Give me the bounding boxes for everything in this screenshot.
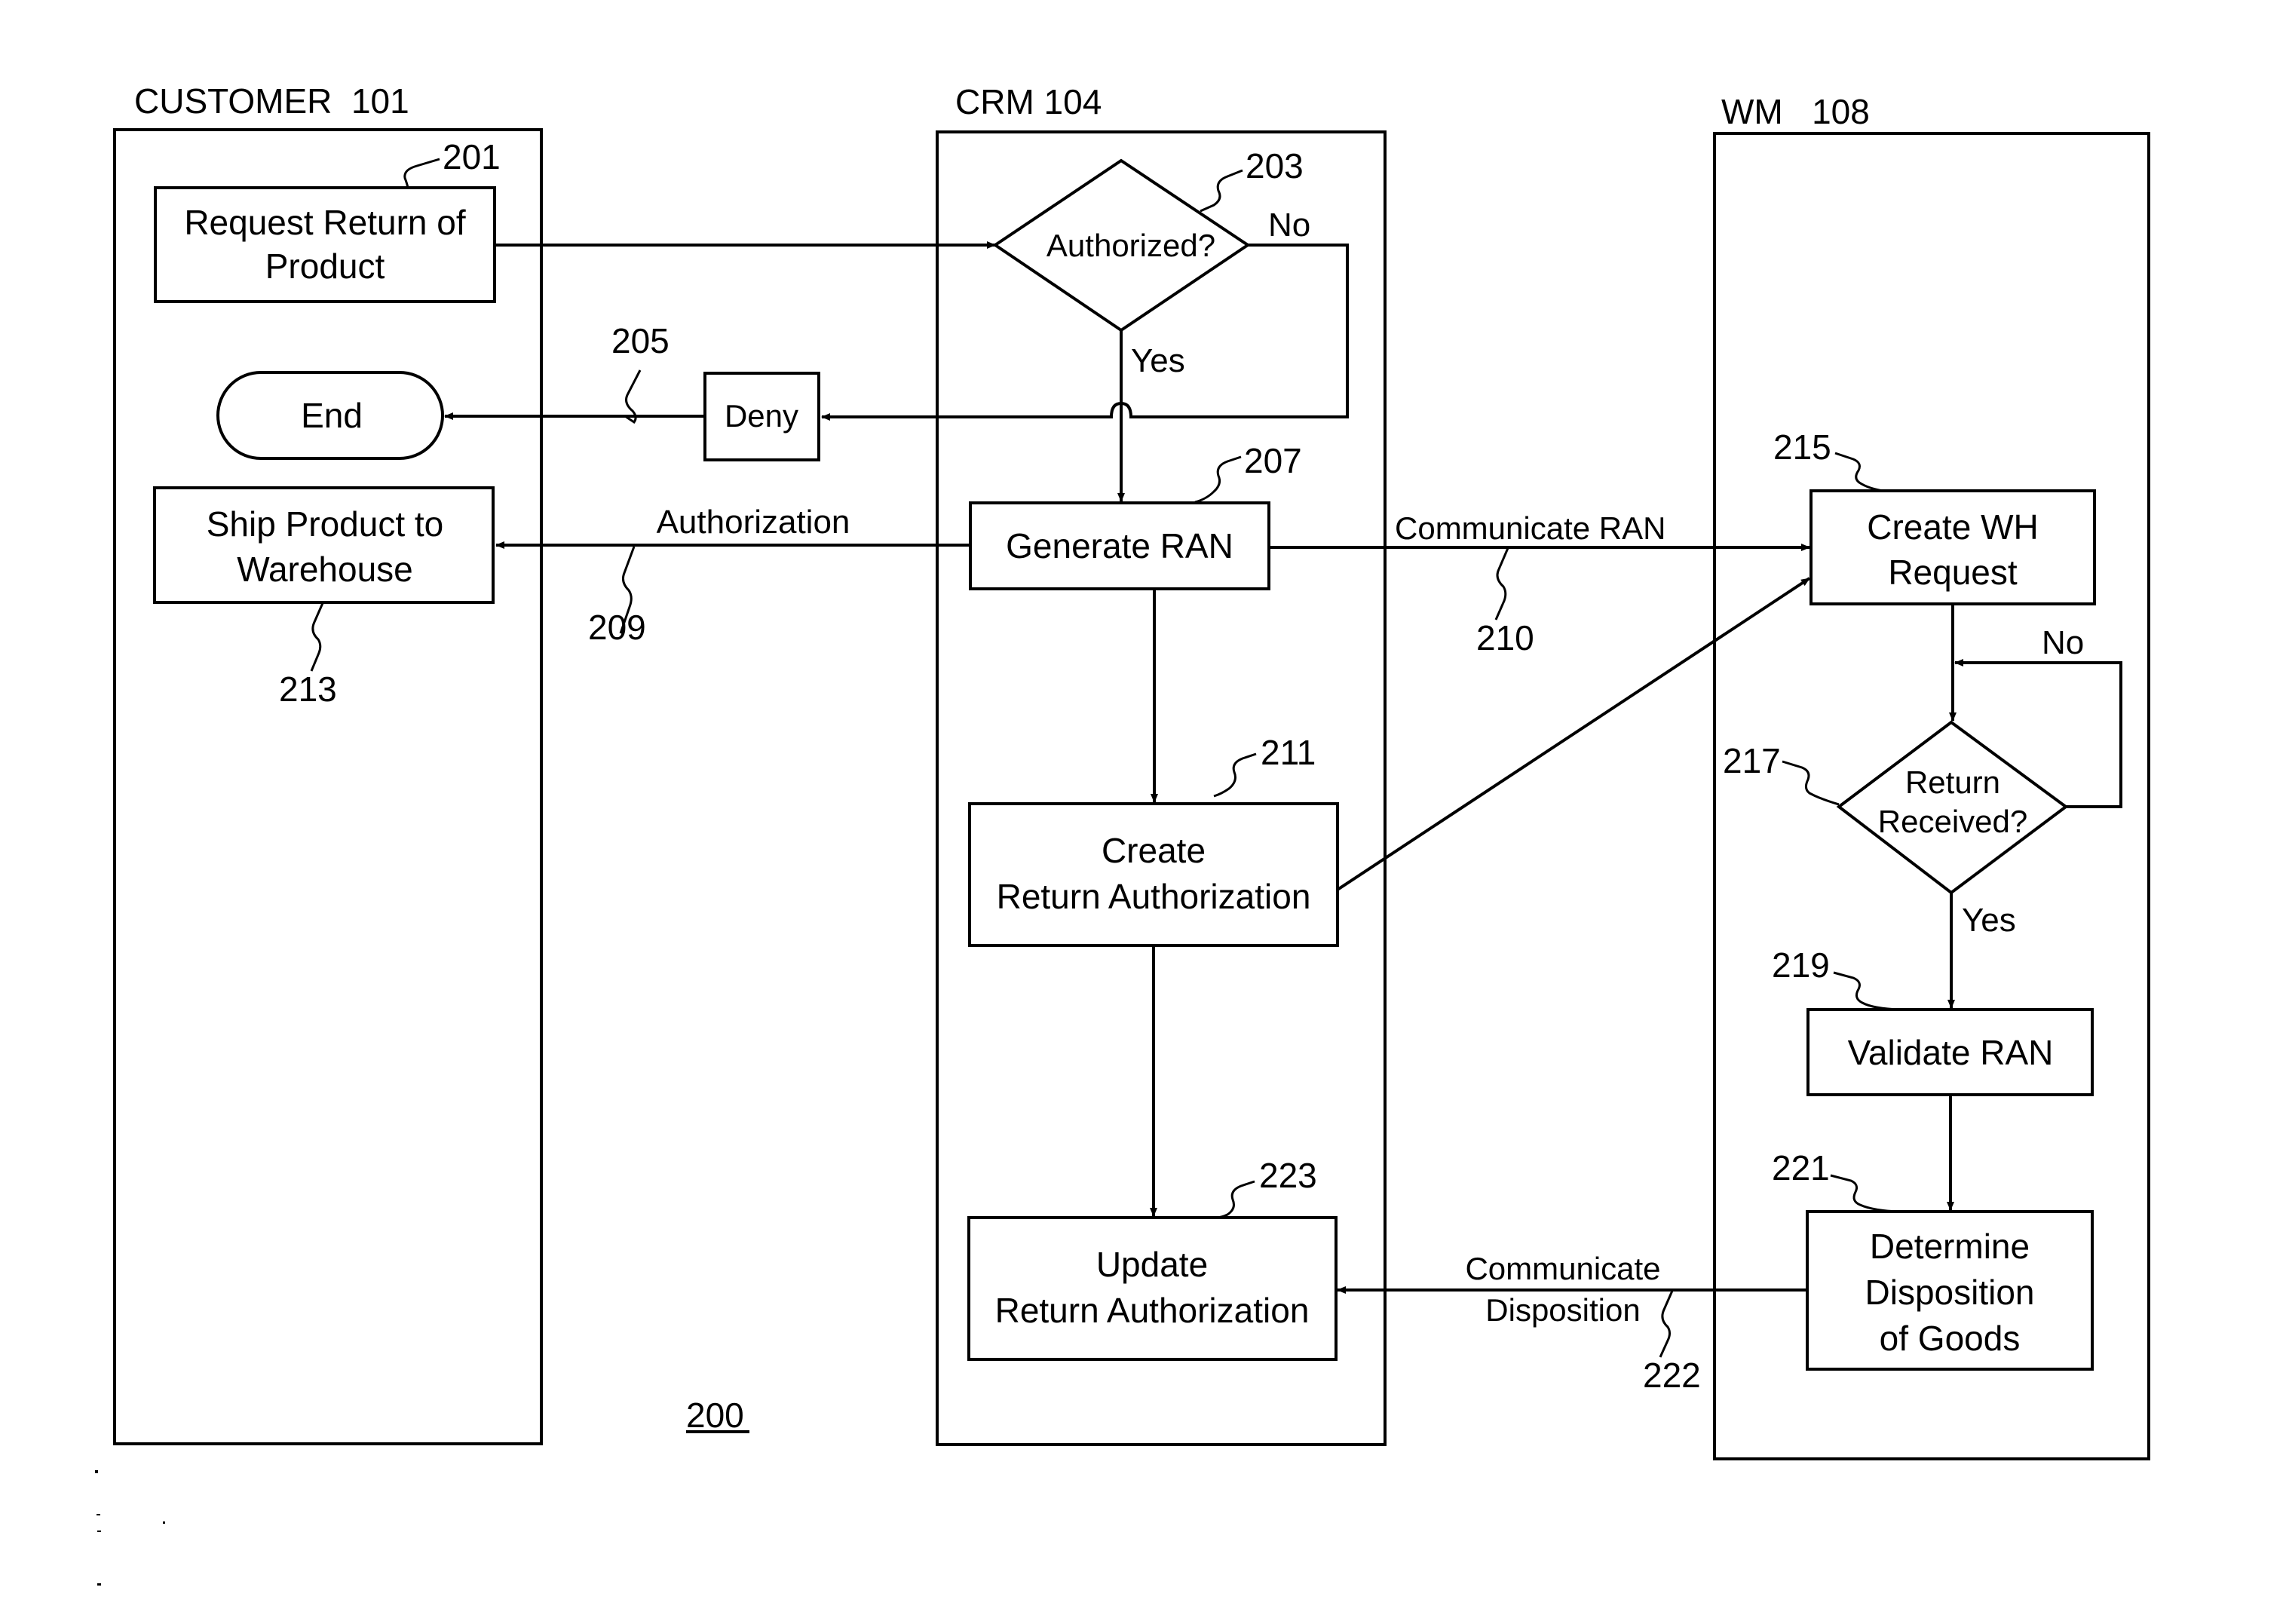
ref-217: 217 bbox=[1723, 741, 1781, 780]
node-validate-ran: Validate RAN 219 bbox=[1772, 945, 2094, 1096]
node-validate-ran-label: Validate RAN bbox=[1848, 1033, 2054, 1072]
ref-221: 221 bbox=[1772, 1148, 1830, 1187]
edge-authorized-no-label: No bbox=[1268, 207, 1310, 244]
ref-211: 211 bbox=[1261, 733, 1316, 772]
node-request-return: Request Return of Product 201 bbox=[154, 137, 501, 303]
lane-wm-title: WM 108 bbox=[1721, 92, 1870, 131]
scan-speck bbox=[97, 1583, 101, 1586]
node-deny-label: Deny bbox=[725, 398, 798, 434]
node-ship-product: Ship Product to Warehouse 213 bbox=[153, 486, 495, 709]
lane-customer-title: CUSTOMER 101 bbox=[134, 81, 409, 121]
ref-leader-222 bbox=[1659, 1290, 1674, 1358]
node-return-received-line2: Received? bbox=[1878, 804, 2027, 839]
edge-communicate-ran-label: Communicate RAN bbox=[1395, 510, 1665, 546]
node-end: End bbox=[216, 371, 444, 460]
scan-speck bbox=[97, 1514, 100, 1515]
lane-crm-title: CRM 104 bbox=[955, 82, 1102, 121]
ref-213: 213 bbox=[279, 670, 337, 709]
scan-speck bbox=[95, 1470, 98, 1473]
ref-215: 215 bbox=[1773, 427, 1831, 467]
ref-219: 219 bbox=[1772, 945, 1830, 985]
node-ship-product-line1: Ship Product to bbox=[207, 504, 444, 544]
node-determine-disposition: Determine Disposition of Goods 221 bbox=[1772, 1148, 2094, 1371]
ref-leader-219 bbox=[1833, 971, 1901, 1011]
return-process-flowchart: CUSTOMER 101 CRM 104 WM 108 Request Retu… bbox=[95, 81, 2150, 1586]
ref-leader-207 bbox=[1194, 455, 1242, 504]
scan-artifacts bbox=[95, 1470, 165, 1586]
ref-leader-213 bbox=[310, 602, 324, 672]
node-create-return-auth-box bbox=[968, 802, 1339, 947]
ref-210: 210 bbox=[1476, 618, 1534, 657]
ref-leader-203 bbox=[1200, 169, 1243, 213]
node-create-return-auth-line1: Create bbox=[1102, 831, 1206, 870]
ref-leader-210 bbox=[1494, 547, 1509, 620]
ref-leader-215 bbox=[1834, 452, 1884, 492]
node-create-wh-request-line1: Create WH bbox=[1867, 507, 2038, 547]
node-create-wh-request-line2: Request bbox=[1888, 553, 2018, 592]
node-update-return-auth-line2: Return Authorization bbox=[995, 1291, 1310, 1330]
ref-leader-217 bbox=[1782, 760, 1840, 806]
node-determine-disposition-line3: of Goods bbox=[1880, 1319, 2021, 1358]
ref-201: 201 bbox=[443, 137, 501, 176]
node-determine-disposition-line2: Disposition bbox=[1865, 1273, 2035, 1312]
node-ship-product-line2: Warehouse bbox=[237, 550, 413, 589]
node-request-return-line2: Product bbox=[265, 247, 385, 286]
node-create-return-auth-line2: Return Authorization bbox=[997, 877, 1311, 916]
node-create-wh-request: Create WH Request 215 bbox=[1773, 427, 2096, 605]
ref-209: 209 bbox=[588, 608, 646, 647]
ref-207: 207 bbox=[1244, 441, 1302, 480]
node-end-label: End bbox=[301, 396, 363, 435]
node-update-return-auth-line1: Update bbox=[1096, 1245, 1208, 1284]
ref-leader-223 bbox=[1215, 1180, 1255, 1219]
ref-leader-211 bbox=[1213, 752, 1257, 798]
node-update-return-auth-box bbox=[967, 1216, 1338, 1361]
edge-communicate-disposition-line2: Disposition bbox=[1485, 1292, 1640, 1328]
scan-speck bbox=[97, 1531, 101, 1532]
edge-create-ra-to-create-wh bbox=[1336, 577, 1811, 891]
node-generate-ran: Generate RAN 207 bbox=[969, 441, 1302, 590]
edge-return-no-label: No bbox=[2042, 624, 2084, 661]
node-request-return-line1: Request Return of bbox=[184, 203, 466, 242]
edge-authorized-yes-label: Yes bbox=[1131, 342, 1185, 379]
ref-203: 203 bbox=[1246, 146, 1304, 185]
figure-number: 200 bbox=[686, 1396, 744, 1435]
lane-customer-frame bbox=[113, 128, 543, 1445]
node-authorized-decision: Authorized? 203 No Yes bbox=[992, 146, 1310, 379]
node-return-received-line1: Return bbox=[1905, 765, 2000, 800]
node-determine-disposition-line1: Determine bbox=[1870, 1227, 2030, 1266]
ref-leader-221 bbox=[1830, 1174, 1901, 1213]
node-authorized-label: Authorized? bbox=[1046, 228, 1215, 263]
edge-authorization-label: Authorization bbox=[657, 504, 850, 541]
ref-leader-201 bbox=[403, 158, 440, 188]
ref-leader-205 bbox=[624, 369, 642, 424]
ref-205: 205 bbox=[611, 321, 670, 360]
ref-222: 222 bbox=[1643, 1356, 1701, 1395]
node-deny: Deny bbox=[703, 372, 820, 461]
edge-return-yes-label: Yes bbox=[1962, 902, 2016, 939]
node-generate-ran-label: Generate RAN bbox=[1006, 526, 1233, 565]
ref-223: 223 bbox=[1259, 1156, 1317, 1195]
edge-communicate-disposition-line1: Communicate bbox=[1465, 1251, 1660, 1286]
scan-speck bbox=[163, 1521, 165, 1524]
node-return-received-decision: Return Received? 217 No Yes bbox=[1723, 624, 2084, 939]
